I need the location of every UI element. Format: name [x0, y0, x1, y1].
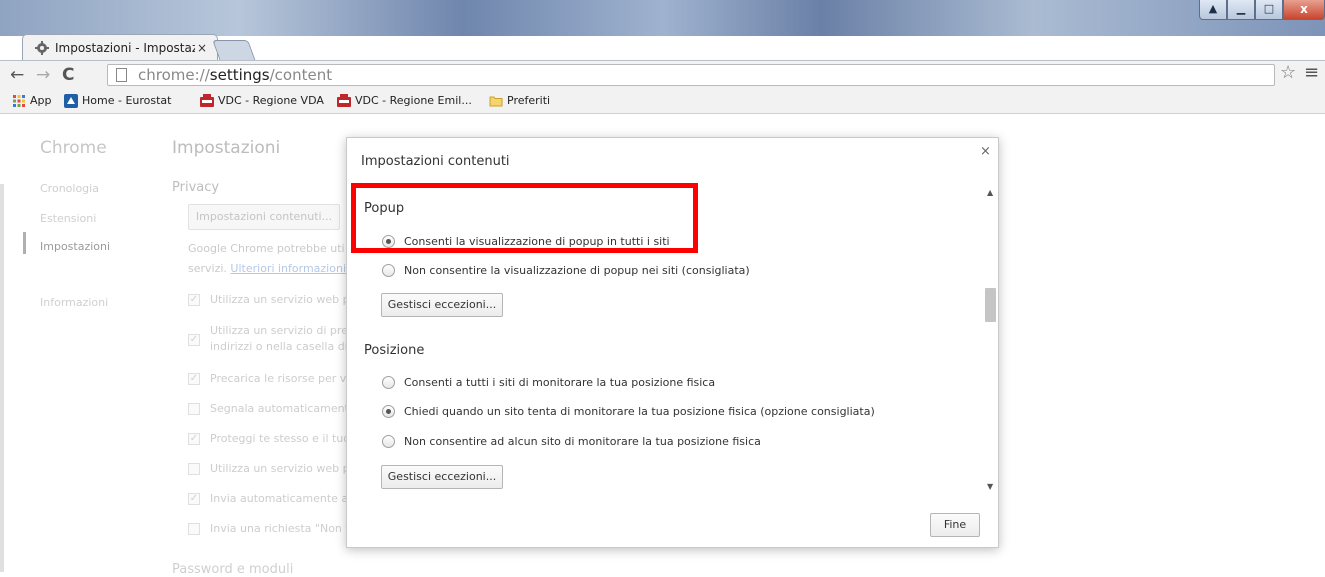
new-tab-button[interactable] — [212, 40, 256, 61]
tab-title: Impostazioni - Impostazio — [55, 41, 195, 55]
vdc-icon — [337, 94, 351, 107]
radio-label: Non consentire la visualizzazione di pop… — [404, 264, 750, 277]
window-title-bar — [0, 0, 1325, 36]
privacy-option-label: Segnala automaticamente — [210, 402, 346, 415]
close-icon[interactable]: × — [980, 144, 991, 159]
window-left-edge — [0, 114, 12, 572]
radio-button[interactable] — [382, 405, 395, 418]
radio-button[interactable] — [382, 264, 395, 277]
sidebar-item-impostazioni[interactable]: Impostazioni — [40, 240, 110, 253]
location-manage-exceptions-button[interactable]: Gestisci eccezioni... — [381, 465, 503, 489]
apps-grid-icon — [13, 95, 25, 107]
bookmark-label: Preferiti — [507, 94, 551, 107]
privacy-option-checkbox[interactable] — [188, 523, 200, 535]
privacy-option-checkbox[interactable] — [188, 403, 200, 415]
url-host: settings — [209, 66, 270, 84]
bookmark-label: App — [30, 94, 52, 107]
left-edge-accent — [0, 184, 4, 572]
privacy-option-checkbox[interactable]: ✓ — [188, 334, 200, 346]
page-title: Impostazioni — [172, 138, 281, 158]
sidebar-active-indicator — [23, 232, 26, 254]
privacy-description: Google Chrome potrebbe uti — [188, 242, 345, 255]
reload-icon[interactable]: C — [62, 65, 74, 85]
sidebar-item-estensioni[interactable]: Estensioni — [40, 212, 96, 225]
dialog-title: Impostazioni contenuti — [361, 154, 510, 169]
gear-icon — [35, 41, 49, 55]
folder-icon — [489, 96, 503, 107]
radio-label: Consenti a tutti i siti di monitorare la… — [404, 376, 716, 389]
bookmark-folder-preferiti[interactable]: Preferiti — [487, 89, 550, 113]
minimize-button[interactable]: ▁ — [1227, 0, 1255, 20]
eurostat-icon — [64, 94, 78, 108]
location-section-title: Posizione — [364, 343, 425, 358]
bookmark-label: Home - Eurostat — [82, 94, 172, 107]
bookmark-apps[interactable]: App — [10, 89, 52, 113]
highlight-annotation — [351, 183, 698, 253]
privacy-option-label: Utilizza un servizio web p — [210, 293, 346, 306]
browser-toolbar: ← → C chrome://settings/content — [0, 60, 1325, 89]
popup-manage-exceptions-button[interactable]: Gestisci eccezioni... — [381, 293, 503, 317]
privacy-option-checkbox[interactable]: ✓ — [188, 373, 200, 385]
bookmark-vdc-vda[interactable]: VDC - Regione VDA — [198, 89, 324, 113]
minimize-icon: ▁ — [1236, 2, 1246, 15]
url-path: /content — [269, 66, 333, 84]
back-icon[interactable]: ← — [10, 65, 24, 85]
maximize-icon: □ — [1263, 2, 1275, 15]
bookmark-label: VDC - Regione VDA — [218, 94, 324, 107]
maximize-button[interactable]: □ — [1255, 0, 1283, 20]
vdc-icon — [200, 94, 214, 107]
content-settings-button[interactable]: Impostazioni contenuti... — [188, 204, 340, 230]
bookmark-eurostat[interactable]: Home - Eurostat — [62, 89, 171, 113]
address-bar[interactable]: chrome://settings/content — [107, 64, 1275, 86]
passwords-section-title: Password e moduli — [172, 562, 294, 577]
radio-button[interactable] — [382, 435, 395, 448]
user-icon: ▲ — [1208, 2, 1218, 15]
url-scheme: chrome:// — [138, 66, 210, 84]
radio-label: Non consentire ad alcun sito di monitora… — [404, 435, 761, 448]
privacy-option-checkbox[interactable]: ✓ — [188, 433, 200, 445]
radio-label: Chiedi quando un sito tenta di monitorar… — [404, 405, 875, 418]
page-icon — [116, 68, 127, 82]
radio-button[interactable] — [382, 376, 395, 389]
scroll-up-arrow-icon[interactable]: ▲ — [987, 188, 993, 197]
dialog-footer: Fine — [347, 493, 998, 547]
privacy-option-checkbox[interactable] — [188, 463, 200, 475]
privacy-option-label: Precarica le risorse per ve — [210, 372, 346, 385]
bookmark-star-icon[interactable]: ☆ — [1280, 62, 1296, 83]
bookmarks-bar: App Home - Eurostat VDC - Regione VDA VD… — [0, 89, 1325, 114]
bookmark-vdc-emilia[interactable]: VDC - Regione Emil... — [335, 89, 472, 113]
description-prefix: servizi. — [188, 262, 231, 275]
privacy-option-label-line2: indirizzi o nella casella di — [210, 340, 346, 353]
chrome-menu-icon[interactable]: ≡ — [1304, 62, 1319, 83]
sidebar-item-informazioni[interactable]: Informazioni — [40, 296, 108, 309]
privacy-option-checkbox[interactable]: ✓ — [188, 493, 200, 505]
user-profile-button[interactable]: ▲ — [1199, 0, 1227, 20]
dialog-scrollbar[interactable] — [984, 182, 998, 493]
bookmark-label: VDC - Regione Emil... — [355, 94, 472, 107]
browser-tab[interactable]: Impostazioni - Impostazio × — [22, 34, 218, 60]
scrollbar-thumb[interactable] — [985, 288, 996, 322]
privacy-option-label: Invia automaticamente a — [210, 492, 346, 505]
privacy-option-label: Utilizza un servizio web p — [210, 462, 346, 475]
learn-more-link[interactable]: Ulteriori informazioni — [230, 262, 346, 275]
sidebar-title: Chrome — [40, 138, 107, 158]
privacy-option-checkbox[interactable]: ✓ — [188, 294, 200, 306]
sidebar-item-cronologia[interactable]: Cronologia — [40, 182, 99, 195]
tab-close-icon[interactable]: × — [197, 35, 207, 61]
close-window-button[interactable]: x — [1283, 0, 1325, 20]
privacy-option-label: Utilizza un servizio di prev — [210, 324, 346, 337]
privacy-option-label: Proteggi te stesso e il tuo — [210, 432, 346, 445]
scroll-down-arrow-icon[interactable]: ▼ — [987, 482, 993, 491]
privacy-option-label: Invia una richiesta "Non t — [210, 522, 346, 535]
done-button[interactable]: Fine — [930, 513, 980, 537]
privacy-description-line2: servizi. Ulteriori informazioni — [188, 262, 346, 275]
privacy-section-title: Privacy — [172, 180, 220, 195]
forward-icon[interactable]: → — [36, 65, 50, 85]
